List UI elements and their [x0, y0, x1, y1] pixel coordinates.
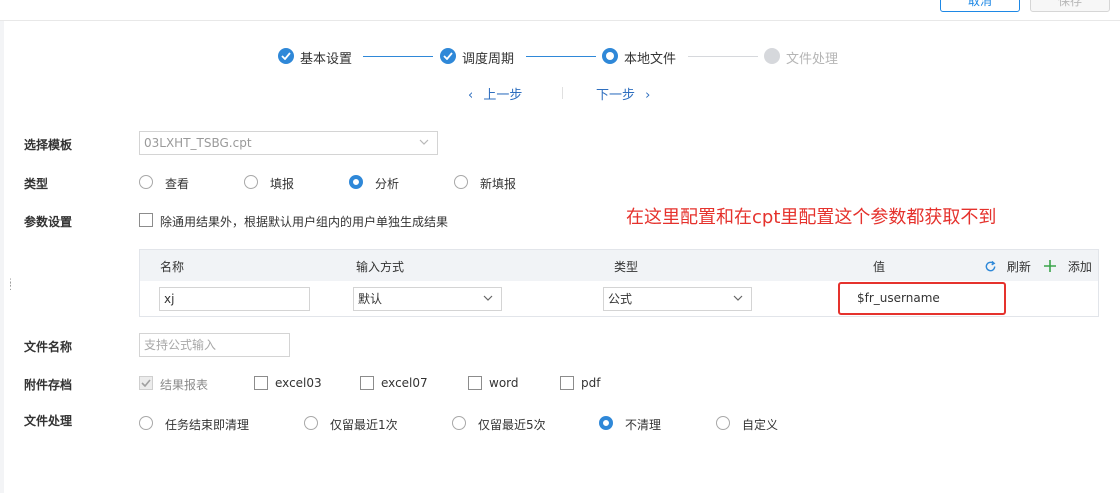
filename-label: 文件名称 [24, 340, 73, 354]
filename-input[interactable]: 支持公式输入 [139, 333, 290, 357]
step-connector [363, 56, 433, 57]
file-processing-label: 文件处理 [24, 414, 73, 428]
param-type-select[interactable]: 公式 [603, 287, 752, 311]
annotation-text: 在这里配置和在cpt里配置这个参数都获取不到 [626, 207, 997, 228]
params-label: 参数设置 [24, 215, 73, 229]
template-select[interactable]: 03LXHT_TSBG.cpt [139, 131, 438, 155]
chevron-down-icon [733, 295, 743, 301]
radio-label: 任务结束即清理 [165, 418, 250, 432]
radio-icon [454, 175, 468, 189]
radio-icon [452, 416, 466, 430]
attachments-label: 附件存档 [24, 378, 73, 392]
radio-icon [244, 175, 258, 189]
refresh-icon [985, 260, 996, 272]
step-label: 本地文件 [624, 52, 677, 67]
checkbox-icon [468, 376, 482, 390]
step-done-icon [278, 48, 294, 64]
top-bar: 取消 保存 [0, 0, 1120, 21]
checkbox-label: 结果报表 [160, 378, 209, 392]
plus-icon [1044, 260, 1056, 272]
next-step-button[interactable]: 下一步 › [596, 84, 650, 103]
nav-divider [562, 87, 563, 99]
checkbox-label: word [489, 376, 519, 390]
column-header-input-mode: 输入方式 [356, 260, 405, 274]
radio-label: 查看 [165, 177, 190, 191]
radio-icon [716, 416, 730, 430]
checkbox-label: excel07 [381, 376, 428, 390]
checkbox-label: pdf [581, 376, 601, 390]
radio-label: 不清理 [625, 418, 662, 432]
radio-selected-icon [599, 416, 613, 430]
column-header-name: 名称 [160, 260, 185, 274]
radio-label: 分析 [375, 177, 400, 191]
checkbox-label: 除通用结果外，根据默认用户组内的用户单独生成结果 [160, 215, 449, 229]
step-pending-icon [764, 48, 780, 64]
column-header-value: 值 [873, 260, 886, 274]
type-label: 类型 [24, 177, 49, 191]
checkbox-checked-icon [139, 376, 153, 390]
checkbox-label: excel03 [275, 376, 322, 390]
step-label: 调度周期 [462, 52, 515, 67]
param-table-header: 名称 输入方式 类型 值 [140, 250, 1098, 281]
resize-grip-icon[interactable]: ⋮ ⋮ [6, 279, 15, 292]
column-header-type: 类型 [614, 260, 639, 274]
chevron-down-icon [483, 295, 493, 301]
refresh-button[interactable]: 刷新 [984, 258, 1031, 275]
checkbox-icon [139, 213, 153, 227]
param-type-value: 公式 [608, 292, 633, 306]
checkbox-icon [254, 376, 268, 390]
input-mode-value: 默认 [358, 292, 383, 306]
radio-label: 填报 [270, 177, 295, 191]
step-done-icon [440, 48, 456, 64]
step-connector [526, 56, 596, 57]
save-button[interactable]: 保存 [1030, 0, 1110, 12]
step-label: 基本设置 [300, 52, 353, 67]
radio-icon [304, 416, 318, 430]
annotation-highlight-box [838, 282, 1006, 315]
chevron-right-icon: › [645, 88, 651, 103]
step-label: 文件处理 [786, 52, 839, 67]
param-name-input[interactable]: xj [159, 287, 310, 311]
param-input-mode-select[interactable]: 默认 [353, 287, 502, 311]
add-param-button[interactable]: 添加 [1044, 258, 1092, 275]
template-label: 选择模板 [24, 138, 73, 152]
radio-label: 仅留最近5次 [478, 418, 546, 432]
checkbox-icon [560, 376, 574, 390]
step-current-icon [602, 48, 618, 64]
chevron-left-icon: ‹ [468, 88, 474, 103]
left-panel-edge [0, 21, 4, 493]
radio-label: 新填报 [480, 177, 517, 191]
add-label: 添加 [1067, 260, 1092, 274]
checkbox-icon [360, 376, 374, 390]
refresh-label: 刷新 [1006, 260, 1031, 274]
radio-icon [139, 175, 153, 189]
radio-icon [139, 416, 153, 430]
prev-step-button[interactable]: ‹ 上一步 [468, 84, 522, 103]
cancel-button[interactable]: 取消 [940, 0, 1020, 12]
radio-selected-icon [349, 175, 363, 189]
prev-step-label: 上一步 [483, 88, 523, 103]
chevron-down-icon [419, 139, 429, 145]
radio-label: 仅留最近1次 [330, 418, 398, 432]
next-step-label: 下一步 [596, 88, 636, 103]
template-select-value: 03LXHT_TSBG.cpt [144, 136, 252, 150]
step-connector [688, 56, 758, 57]
radio-label: 自定义 [742, 418, 779, 432]
